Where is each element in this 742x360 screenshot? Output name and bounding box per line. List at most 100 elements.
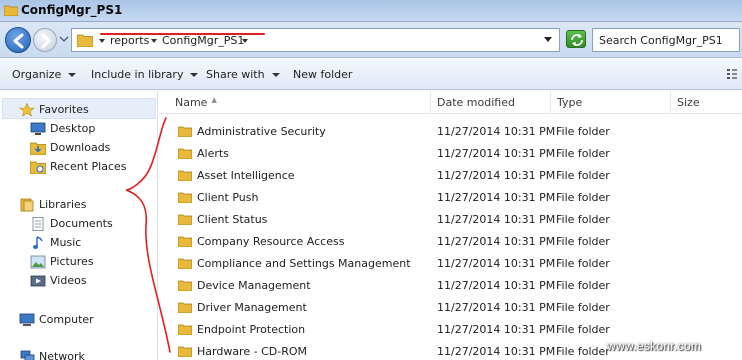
file-date: 11/27/2014 10:31 PM — [437, 191, 556, 204]
command-toolbar: Organize Include in library Share with N… — [0, 59, 742, 90]
table-row[interactable]: Administrative Security 11/27/2014 10:31… — [159, 121, 742, 143]
address-bar[interactable]: reports ConfigMgr_PS1 — [71, 28, 560, 52]
nav-item-desktop[interactable]: Desktop — [30, 122, 150, 136]
folder-icon — [178, 148, 192, 159]
table-row[interactable]: Client Push 11/27/2014 10:31 PM File fol… — [159, 187, 742, 209]
table-row[interactable]: Client Status 11/27/2014 10:31 PM File f… — [159, 209, 742, 231]
folder-icon — [178, 192, 192, 203]
file-type: File folder — [556, 279, 610, 292]
nav-item-documents[interactable]: Documents — [30, 217, 150, 231]
file-type: File folder — [556, 147, 610, 160]
nav-label: Pictures — [50, 255, 94, 268]
include-in-library-button[interactable]: Include in library — [91, 68, 199, 81]
file-type: File folder — [556, 301, 610, 314]
pictures-icon — [30, 255, 46, 269]
new-folder-button[interactable]: New folder — [293, 68, 352, 81]
file-type: File folder — [556, 323, 610, 336]
table-row[interactable]: Driver Management 11/27/2014 10:31 PM Fi… — [159, 297, 742, 319]
nav-item-recent-places[interactable]: Recent Places — [30, 160, 150, 174]
file-list-pane: Name ▲ Date modified Type Size Administra… — [159, 91, 742, 360]
share-label: Share with — [206, 68, 265, 81]
folder-icon — [77, 34, 93, 47]
nav-item-downloads[interactable]: Downloads — [30, 141, 150, 155]
table-row[interactable]: Device Management 11/27/2014 10:31 PM Fi… — [159, 275, 742, 297]
file-date: 11/27/2014 10:31 PM — [437, 323, 556, 336]
window-title: ConfigMgr_PS1 — [21, 3, 123, 17]
folder-icon — [178, 324, 192, 335]
file-date: 11/27/2014 10:31 PM — [437, 235, 556, 248]
file-type: File folder — [556, 345, 610, 358]
back-button[interactable] — [5, 27, 31, 53]
nav-label: Network — [39, 350, 85, 360]
forward-button[interactable] — [33, 28, 57, 52]
include-label: Include in library — [91, 68, 184, 81]
organize-button[interactable]: Organize — [12, 68, 77, 81]
network-icon — [20, 350, 35, 360]
chevron-down-icon — [68, 73, 77, 77]
nav-item-videos[interactable]: Videos — [30, 274, 150, 288]
recent-pages-dropdown-icon[interactable] — [59, 34, 69, 44]
nav-label: Documents — [50, 217, 113, 230]
navigation-pane: Favorites Desktop Downloads Recent Place… — [0, 91, 158, 360]
search-input[interactable]: Search ConfigMgr_PS1 — [592, 28, 740, 52]
nav-label: Videos — [50, 274, 87, 287]
downloads-folder-icon — [30, 142, 46, 155]
forward-arrow-icon — [41, 33, 51, 49]
file-date: 11/27/2014 10:31 PM — [437, 213, 556, 226]
nav-item-network[interactable]: Network — [19, 350, 149, 360]
file-date: 11/27/2014 10:31 PM — [437, 301, 556, 314]
file-type: File folder — [556, 125, 610, 138]
breadcrumb-configmgr[interactable]: ConfigMgr_PS1 — [162, 34, 244, 47]
breadcrumb-separator-icon[interactable] — [99, 38, 105, 44]
chevron-down-icon — [190, 73, 199, 77]
nav-item-music[interactable]: Music — [30, 236, 150, 250]
folder-icon — [178, 258, 192, 269]
column-header-size[interactable]: Size — [671, 91, 742, 114]
folder-icon — [178, 236, 192, 247]
file-name: Client Status — [197, 213, 268, 226]
share-with-button[interactable]: Share with — [206, 68, 280, 81]
file-name: Alerts — [197, 147, 229, 160]
red-underline-annotation — [100, 33, 265, 35]
nav-label: Computer — [39, 313, 94, 326]
breadcrumb-separator-icon[interactable] — [242, 38, 248, 44]
breadcrumb-separator-icon[interactable] — [151, 38, 157, 44]
table-row[interactable]: Endpoint Protection 11/27/2014 10:31 PM … — [159, 319, 742, 341]
address-history-dropdown-icon[interactable] — [544, 37, 552, 43]
nav-label: Recent Places — [50, 160, 127, 173]
file-type: File folder — [556, 213, 610, 226]
file-name: Administrative Security — [197, 125, 326, 138]
file-date: 11/27/2014 10:31 PM — [437, 147, 556, 160]
nav-label: Favorites — [39, 103, 89, 116]
file-name: Device Management — [197, 279, 311, 292]
watermark-text: www.eskonr.com — [607, 339, 702, 353]
table-row[interactable]: Alerts 11/27/2014 10:31 PM File folder — [159, 143, 742, 165]
music-note-icon — [33, 236, 43, 249]
folder-icon — [178, 126, 192, 137]
libraries-icon — [20, 198, 34, 212]
recent-places-icon — [30, 161, 46, 174]
column-header-name[interactable]: Name ▲ — [159, 91, 431, 114]
chevron-down-icon — [271, 73, 280, 77]
file-date: 11/27/2014 10:31 PM — [437, 257, 556, 270]
file-type: File folder — [556, 191, 610, 204]
column-header-date[interactable]: Date modified — [431, 91, 551, 114]
back-arrow-icon — [13, 33, 24, 49]
table-row[interactable]: Company Resource Access 11/27/2014 10:31… — [159, 231, 742, 253]
table-row[interactable]: Asset Intelligence 11/27/2014 10:31 PM F… — [159, 165, 742, 187]
title-bar: ConfigMgr_PS1 — [0, 0, 742, 22]
nav-item-favorites[interactable]: Favorites — [19, 103, 149, 117]
breadcrumb-reports[interactable]: reports — [110, 34, 149, 47]
file-name: Compliance and Settings Management — [197, 257, 411, 270]
file-date: 11/27/2014 10:31 PM — [437, 169, 556, 182]
nav-item-libraries[interactable]: Libraries — [19, 198, 149, 212]
column-header-type[interactable]: Type — [551, 91, 671, 114]
view-options-icon[interactable] — [726, 68, 738, 80]
nav-item-computer[interactable]: Computer — [19, 313, 149, 327]
file-name: Client Push — [197, 191, 259, 204]
table-row[interactable]: Compliance and Settings Management 11/27… — [159, 253, 742, 275]
nav-item-pictures[interactable]: Pictures — [30, 255, 150, 269]
refresh-button[interactable] — [566, 30, 586, 48]
folder-icon — [178, 170, 192, 181]
folder-icon — [178, 346, 192, 357]
